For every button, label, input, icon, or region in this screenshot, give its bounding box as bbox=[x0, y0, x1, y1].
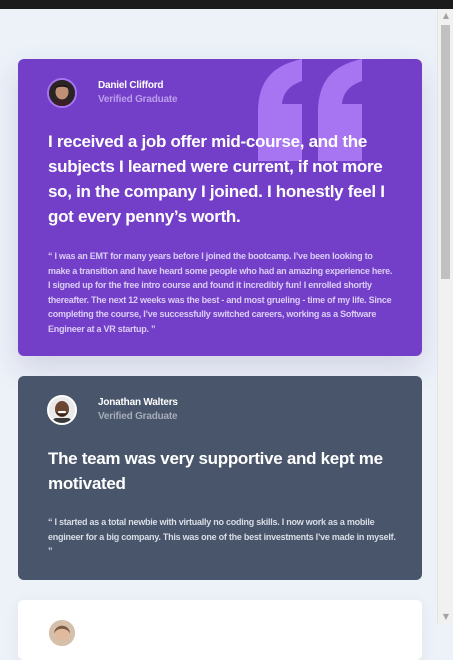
page-scrollbar[interactable]: ▲ ▼ bbox=[437, 9, 453, 624]
author-role: Verified Graduate bbox=[98, 411, 178, 422]
avatar bbox=[47, 395, 77, 425]
testimonial-headline: The team was very supportive and kept me… bbox=[48, 449, 383, 493]
author-info: Jonathan Walters Verified Graduate bbox=[47, 395, 178, 425]
avatar bbox=[47, 618, 77, 648]
author-role: Verified Graduate bbox=[98, 94, 178, 105]
testimonial-card-jonathan: Jonathan Walters Verified Graduate The t… bbox=[18, 376, 422, 580]
scrollbar-thumb[interactable] bbox=[441, 25, 450, 279]
scroll-up-arrow-icon[interactable]: ▲ bbox=[438, 9, 453, 23]
author-name: Jonathan Walters bbox=[98, 397, 178, 408]
testimonial-headline: I received a job offer mid-course, and t… bbox=[48, 132, 385, 226]
testimonial-quote: “ I started as a total newbie with virtu… bbox=[48, 517, 396, 556]
browser-top-bar bbox=[0, 0, 453, 9]
avatar bbox=[47, 78, 77, 108]
testimonial-quote: “ I was an EMT for many years before I j… bbox=[48, 251, 393, 334]
scroll-down-arrow-icon[interactable]: ▼ bbox=[438, 610, 453, 624]
author-name: Daniel Clifford bbox=[98, 80, 164, 91]
testimonial-card-third bbox=[18, 600, 422, 660]
author-info: Daniel Clifford Verified Graduate bbox=[47, 78, 178, 108]
author-info bbox=[47, 618, 77, 648]
testimonial-card-daniel: Daniel Clifford Verified Graduate I rece… bbox=[18, 59, 422, 356]
